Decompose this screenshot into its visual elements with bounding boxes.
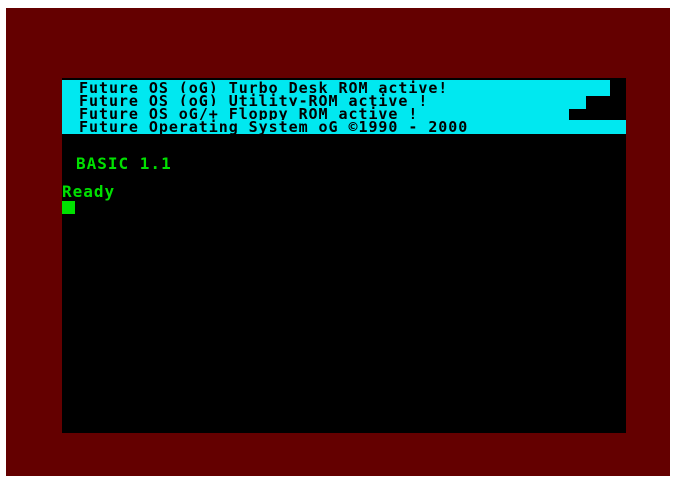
- basic-version-text: BASIC 1.1: [76, 154, 172, 173]
- ready-prompt: Ready: [62, 182, 116, 201]
- emulator-border: Future OS (oG) Turbo Desk ROM active! Fu…: [6, 8, 670, 476]
- rom-message-copyright: Future Operating System oG ©1990 - 2000: [62, 120, 626, 135]
- text-cursor[interactable]: [62, 201, 75, 214]
- basic-screen[interactable]: Future OS (oG) Turbo Desk ROM active! Fu…: [62, 78, 626, 433]
